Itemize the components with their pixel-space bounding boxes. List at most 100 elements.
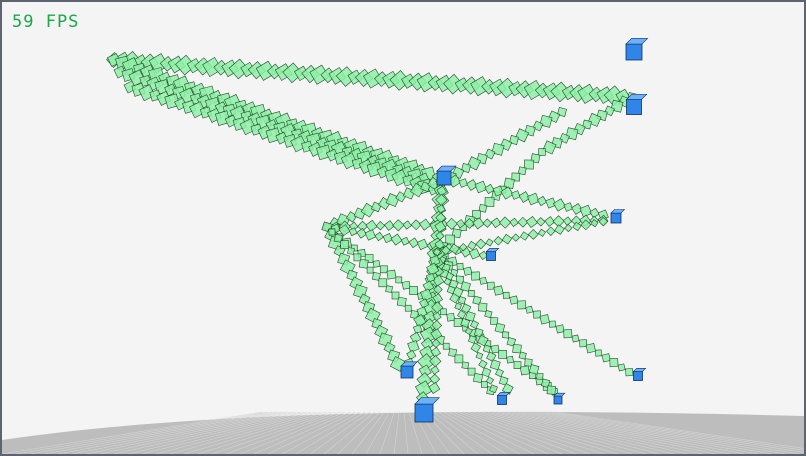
chain-segment <box>523 159 534 170</box>
end-cube-icon <box>485 248 500 261</box>
chain-segment <box>493 236 504 246</box>
chain-segment <box>499 216 512 229</box>
chain-segment <box>482 218 492 228</box>
chain-segment <box>474 180 488 194</box>
chain-segment <box>375 221 386 231</box>
chain-segment <box>372 260 381 268</box>
fps-counter: 59 FPS <box>12 12 80 32</box>
chain-segment <box>479 276 488 285</box>
chain-segment <box>480 380 488 388</box>
chain-segment <box>416 238 429 251</box>
end-cube-icon <box>625 38 649 61</box>
chain-segment <box>374 231 384 242</box>
chain-segment <box>467 240 477 251</box>
end-cube-icon <box>496 392 511 405</box>
end-cube-icon <box>553 392 566 405</box>
end-cube-icon <box>632 368 647 381</box>
chain-segment <box>392 219 405 232</box>
chain-segment <box>511 190 521 200</box>
chain-segment <box>484 197 495 207</box>
chain-segment <box>470 342 482 353</box>
chain-segment <box>467 367 476 376</box>
chain-segment <box>340 240 350 249</box>
chain-segment <box>564 223 573 233</box>
chain-segment <box>453 318 463 327</box>
chain-segment <box>538 148 546 156</box>
chain-segment <box>454 354 464 364</box>
chain-segment <box>625 368 634 377</box>
chain-segment <box>470 271 481 281</box>
chain-segment <box>429 373 441 385</box>
chain-segment <box>579 339 588 348</box>
chain-segment <box>525 305 534 314</box>
chain-segment <box>445 217 458 230</box>
chain-segment <box>390 233 403 246</box>
chain-segment <box>382 233 393 244</box>
chain-segment <box>348 227 358 237</box>
chain-segment <box>456 262 464 270</box>
chain-segment <box>609 358 619 368</box>
chain-segment <box>485 238 494 247</box>
chain-segment <box>400 236 410 246</box>
chain-segment <box>478 359 488 369</box>
chain-segment <box>555 324 565 334</box>
chain-segment <box>527 192 540 206</box>
chain-segment <box>380 265 388 274</box>
end-cube-icon <box>400 361 418 379</box>
chain-segment <box>454 302 463 311</box>
chain-segment <box>353 253 362 262</box>
chain-segment <box>536 195 548 207</box>
chain-segment <box>486 351 497 362</box>
chain-segment <box>402 220 412 230</box>
chain-segment <box>518 351 527 360</box>
chain-segment <box>512 344 522 354</box>
chain-segment <box>513 361 522 369</box>
chain-segment <box>498 350 507 359</box>
chain-segment <box>470 320 479 329</box>
chain-segment <box>493 285 504 296</box>
chain-segment <box>410 219 422 231</box>
chain-segment <box>527 229 539 240</box>
chain-segment <box>571 334 580 343</box>
chain-segment <box>525 215 538 229</box>
chain-segment <box>401 280 411 290</box>
floor-grid <box>2 411 804 454</box>
chain-segment <box>536 372 544 380</box>
chain-segment <box>554 224 565 235</box>
chain-segment <box>430 365 440 375</box>
chain-segment <box>442 342 450 350</box>
chain-segment <box>475 351 484 360</box>
chain-segment <box>490 344 500 354</box>
chain-segment <box>378 278 388 288</box>
chain-segment <box>481 367 492 378</box>
chain-segment <box>386 269 397 280</box>
chain-segment <box>463 266 473 276</box>
chain-segment <box>617 363 626 372</box>
chain-segment <box>395 276 403 284</box>
chain-segment <box>409 286 418 295</box>
chain-segment <box>404 304 412 312</box>
chain-segment <box>519 365 530 376</box>
3d-viewport[interactable]: 59 FPS <box>2 2 804 454</box>
chain-segment <box>533 310 541 319</box>
chain-segment <box>391 291 400 300</box>
chain-segment <box>519 231 530 241</box>
chain-segment <box>458 178 469 188</box>
chain-segment <box>418 218 432 231</box>
chain-segment <box>595 349 602 357</box>
chain-segment <box>539 314 550 325</box>
chain-segment <box>475 238 487 250</box>
chain-segment <box>563 202 574 212</box>
ragdoll-scene[interactable] <box>2 2 804 454</box>
chain-segment <box>439 308 447 316</box>
chain-segment <box>601 353 611 363</box>
chain-segment <box>506 355 514 364</box>
chain-segment <box>347 247 355 255</box>
chain-segment <box>328 228 336 236</box>
chain-segment <box>536 217 546 227</box>
chain-segment <box>562 216 573 226</box>
chain-segment <box>502 331 510 339</box>
chain-segment <box>484 310 493 319</box>
end-cube-icon <box>610 209 626 224</box>
chain-segment <box>467 289 475 297</box>
